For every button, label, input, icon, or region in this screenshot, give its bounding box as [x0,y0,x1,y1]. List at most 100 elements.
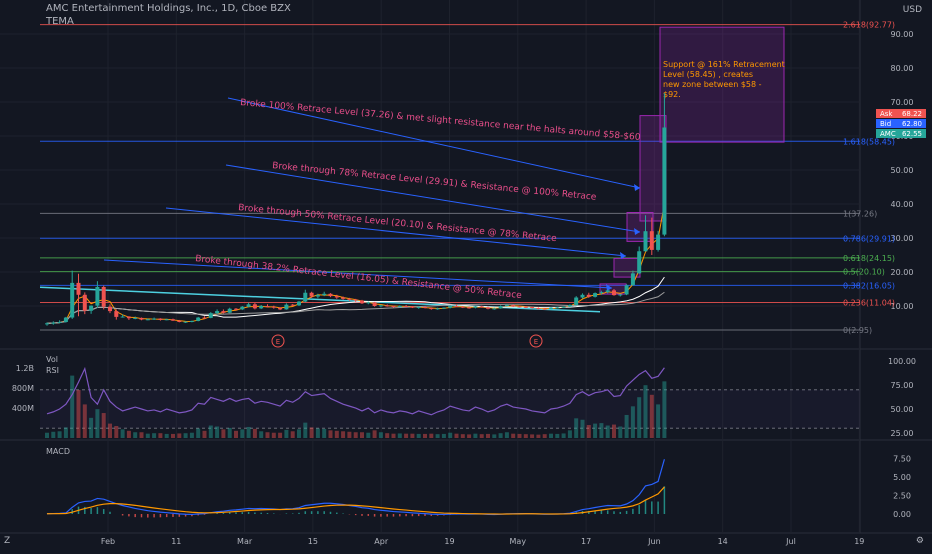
earnings-marker-label: E [534,338,538,346]
volume-bar [391,433,396,438]
signal-line [46,486,665,515]
volume-bar [139,432,144,438]
candle-body [416,307,421,309]
volume-bar [196,428,201,438]
footer-left[interactable]: Z [4,536,10,546]
volume-bar [57,431,62,438]
volume-bar [309,427,314,438]
volume-bar [315,428,320,438]
candle-body [353,299,358,301]
volume-bar [70,375,75,438]
candle-body [341,297,346,299]
rsi-tick-label: 75.00 [891,381,914,390]
volume-bar [227,427,232,438]
volume-bar [347,431,352,438]
volume-bar [454,433,459,438]
candle-body [492,308,497,310]
volume-bar [63,427,68,438]
annotation-arrowhead [634,184,640,191]
volume-bar [360,432,364,438]
volume-bar [574,418,579,438]
volume-bar [410,433,415,438]
candle-body [567,304,572,307]
candle-body [630,273,635,286]
macd-title: MACD [46,447,70,456]
volume-bar [221,429,226,438]
price-tag-name: AMC [880,130,896,138]
volume-bar [334,430,339,438]
candle-body [404,306,409,307]
candle-body [605,290,610,293]
candle-body [586,294,591,297]
macd-tick-label: 7.50 [893,455,911,464]
candle-body [259,306,264,309]
price-tag-value: 68.22 [902,110,922,118]
fib-level-label: 1(37.26) [843,209,877,218]
rsi-title: RSI [46,366,59,375]
volume-bar [290,431,295,438]
candle-body [511,304,516,307]
volume-bar [76,390,81,438]
volume-bar [486,433,490,438]
macd-tick-label: 5.00 [893,473,911,482]
volume-bar [511,433,516,438]
fib-level-label: 0.382(16.05) [843,281,895,290]
candle-body [177,320,182,322]
candle-body [486,307,490,309]
candle-body [536,308,541,310]
x-tick-label: 19 [444,537,454,546]
volume-bar [504,432,509,438]
candle-body [593,293,598,297]
y-tick-label: 70.00 [891,98,914,107]
volume-bar [341,431,346,438]
volume-bar [662,381,667,438]
annotation-text: Broke through 38.2% Retrace Level (16.05… [195,254,523,301]
candle-body [385,305,390,307]
candle-body [82,294,87,311]
breakout-box [613,257,641,278]
settings-icon[interactable]: ⚙ [916,536,924,546]
candle-body [51,322,56,324]
volume-bar [114,426,119,438]
macd-tick-label: 0.00 [893,510,911,519]
volume-bar [536,434,541,438]
volume-bar [51,431,56,438]
fib-level-label: 0.236(11.04) [843,298,895,307]
volume-bar [259,431,264,438]
fib-level-label: 0.5(20.10) [843,268,885,277]
candle-body [322,293,327,296]
rsi-tick-label: 25.00 [891,429,914,438]
volume-bar [101,413,106,438]
currency-label[interactable]: USD [903,5,922,15]
candle-body [656,234,661,250]
chart-canvas[interactable]: Feb 11 Mar 15 Apr 19 May 17 Jun 14 Jul 1910.0020.00… [0,0,932,550]
volume-bar [177,433,182,438]
candle-body [152,318,157,320]
candle-body [45,323,49,325]
candle-body [234,308,238,310]
candle-body [215,311,220,314]
volume-bar [322,428,327,438]
candle-body [366,302,371,304]
volume-bar [618,426,623,438]
volume-bar [423,433,427,438]
candle-body [612,290,616,296]
annotation-arrow [165,207,627,257]
x-tick-label: 17 [581,537,591,546]
candle-body [57,321,62,323]
candle-body [101,286,106,307]
candle-body [599,292,604,294]
y-tick-label: 40.00 [891,200,914,209]
candle-body [517,306,522,308]
volume-bar [542,434,547,438]
candle-body [328,293,333,297]
volume-bar [593,423,598,438]
x-tick-label: Jun [647,537,661,546]
candle-body [297,301,301,306]
volume-bar [605,425,610,438]
candle-body [158,318,163,320]
volume-bar [95,409,100,438]
volume-bar [479,434,484,438]
candle-body [183,321,188,323]
candle-body [63,317,68,322]
